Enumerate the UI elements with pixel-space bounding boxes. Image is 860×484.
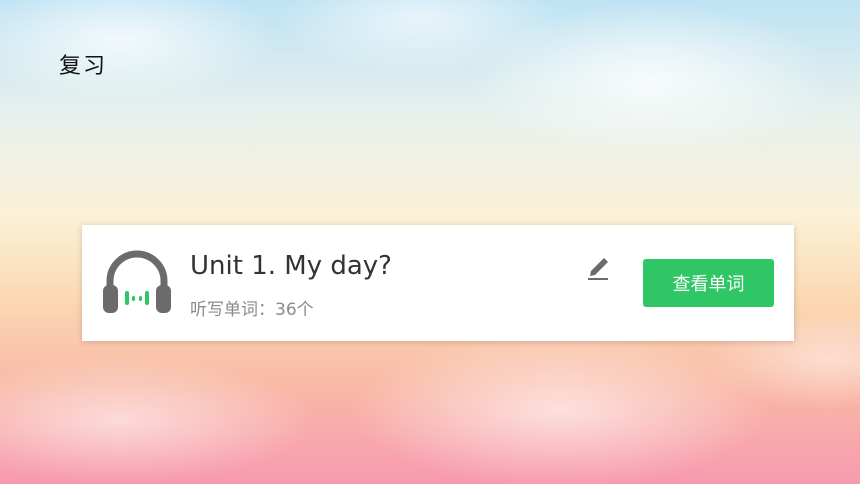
word-list-card: Unit 1. My day? 听写单词：36个 查看单词 [82,225,794,341]
dictation-info: 听写单词：36个 [190,295,314,320]
unit-title: Unit 1. My day? [190,251,392,281]
page-title: 复习 [59,54,108,79]
headphones-icon[interactable] [101,247,173,317]
dictation-label: 听写单词： [190,300,275,320]
dictation-count: 36个 [275,300,314,320]
pencil-icon[interactable] [585,253,611,281]
view-words-button[interactable]: 查看单词 [643,259,774,307]
